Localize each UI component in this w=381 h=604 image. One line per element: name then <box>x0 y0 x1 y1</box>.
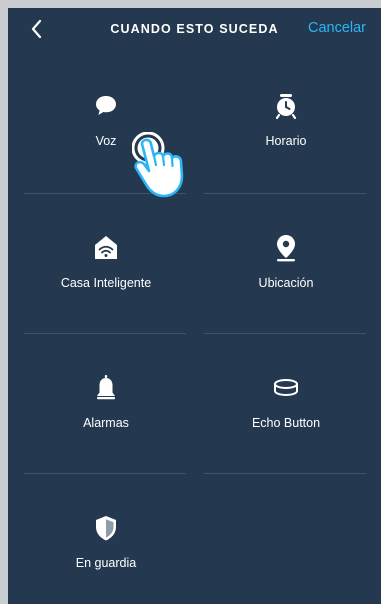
trigger-horario[interactable]: Horario <box>196 50 376 190</box>
trigger-label: Horario <box>265 134 307 148</box>
trigger-label: Casa Inteligente <box>60 276 152 290</box>
header-bar: CUANDO ESTO SUCEDA Cancelar <box>8 8 381 50</box>
trigger-ubicacion[interactable]: Ubicación <box>196 192 376 332</box>
cancel-button[interactable]: Cancelar <box>308 20 366 36</box>
bell-icon <box>97 375 115 400</box>
trigger-casa-inteligente[interactable]: Casa Inteligente <box>16 192 196 332</box>
trigger-en-guardia[interactable]: En guardia <box>16 472 196 604</box>
trigger-alarmas[interactable]: Alarmas <box>16 332 196 472</box>
divider <box>204 473 366 474</box>
echo-button-icon <box>274 379 298 396</box>
trigger-label: Echo Button <box>251 416 321 430</box>
tap-gesture-hand-icon <box>132 132 184 198</box>
trigger-label: En guardia <box>75 556 137 570</box>
app-screen: CUANDO ESTO SUCEDA Cancelar Voz Horario <box>8 8 381 604</box>
trigger-echo-button[interactable]: Echo Button <box>196 332 376 472</box>
trigger-label: Ubicación <box>258 276 314 290</box>
smart-home-icon <box>95 236 117 259</box>
alarm-clock-icon <box>275 94 297 120</box>
location-pin-icon <box>277 235 295 262</box>
speech-bubble-icon <box>96 96 116 115</box>
shield-icon <box>96 516 116 541</box>
trigger-label: Alarmas <box>83 416 129 430</box>
